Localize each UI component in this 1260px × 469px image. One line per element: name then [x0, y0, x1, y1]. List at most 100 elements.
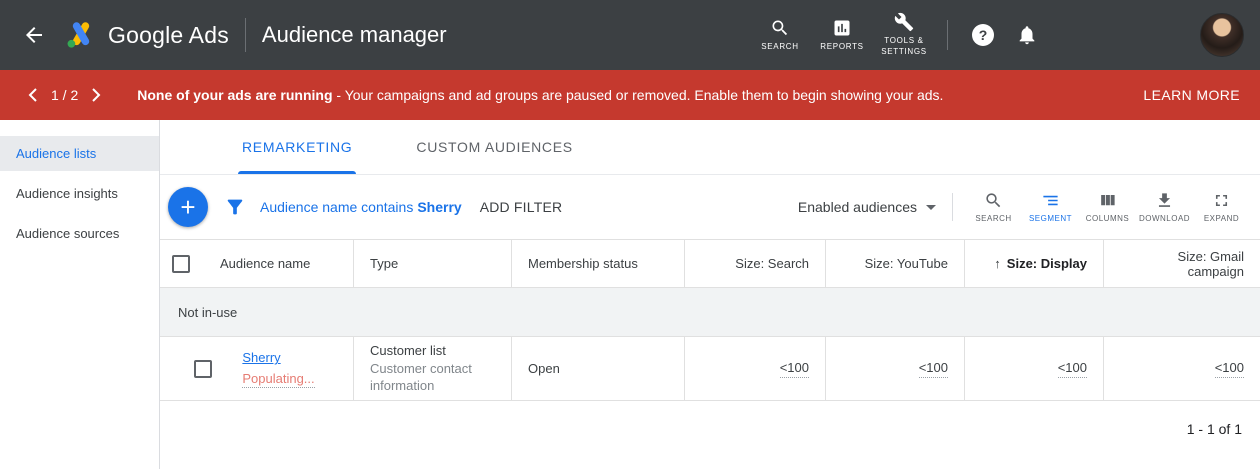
filter-button[interactable]	[224, 196, 246, 218]
section-label: Not in-use	[178, 305, 237, 320]
expand-icon	[1212, 191, 1231, 210]
segment-button[interactable]: SEGMENT	[1022, 191, 1079, 223]
tab-custom-audiences[interactable]: CUSTOM AUDIENCES	[412, 120, 576, 174]
arrow-back-icon	[22, 23, 46, 47]
add-filter-button[interactable]: ADD FILTER	[480, 199, 563, 215]
banner-pager-text: 1 / 2	[51, 87, 78, 103]
notifications-button[interactable]	[1016, 24, 1038, 46]
add-audience-button[interactable]: +	[168, 187, 208, 227]
header-audience-name[interactable]: Audience name	[160, 240, 354, 287]
populating-status: Populating...	[242, 370, 314, 388]
topbar-search-label: SEARCH	[761, 42, 799, 53]
filter-chip-text: Audience name contains	[260, 199, 413, 215]
table-footer: 1 - 1 of 1	[160, 401, 1260, 457]
toolbar-divider	[952, 193, 953, 221]
banner-message-bold: None of your ads are running	[137, 87, 332, 103]
row-checkbox[interactable]	[194, 360, 212, 378]
cell-type: Customer list Customer contact informati…	[354, 337, 512, 400]
help-button[interactable]: ?	[972, 24, 994, 46]
banner-pager: 1 / 2	[28, 87, 101, 103]
segment-icon	[1041, 191, 1060, 210]
topbar-divider	[245, 18, 246, 52]
page-title: Audience manager	[262, 22, 447, 48]
cell-size-gmail: <100	[1104, 337, 1260, 400]
brand-name: Google Ads	[108, 22, 229, 49]
learn-more-link[interactable]: LEARN MORE	[1143, 87, 1242, 103]
chevron-right-icon	[92, 88, 101, 102]
audience-view-dropdown[interactable]: Enabled audiences	[798, 199, 936, 215]
columns-button[interactable]: COLUMNS	[1079, 191, 1136, 223]
expand-button[interactable]: EXPAND	[1193, 191, 1250, 223]
topbar-actions: SEARCH REPORTS TOOLS & SETTINGS ?	[749, 12, 1244, 58]
header-size-display[interactable]: ↑ Size: Display	[965, 240, 1104, 287]
topbar-reports-button[interactable]: REPORTS	[811, 18, 873, 53]
wrench-icon	[894, 12, 914, 32]
size-display-value: <100	[1058, 359, 1087, 379]
reports-icon	[832, 18, 852, 38]
header-size-gmail[interactable]: Size: Gmail campaign	[1104, 240, 1260, 287]
audience-name-stack: Sherry Populating...	[242, 349, 314, 387]
cell-membership-status: Open	[512, 337, 685, 400]
cell-audience-name: Sherry Populating...	[160, 337, 354, 400]
plus-icon: +	[180, 194, 195, 220]
filter-chip-value: Sherry	[417, 199, 461, 215]
bell-icon	[1016, 24, 1038, 46]
section-row-not-in-use: Not in-use	[160, 288, 1260, 337]
sidebar-item-audience-sources[interactable]: Audience sources	[0, 216, 159, 251]
columns-icon	[1098, 191, 1117, 210]
topbar-reports-label: REPORTS	[820, 42, 863, 53]
select-all-checkbox[interactable]	[172, 255, 190, 273]
size-gmail-value: <100	[1215, 359, 1244, 379]
header-audience-name-label: Audience name	[220, 256, 310, 271]
columns-label: COLUMNS	[1086, 214, 1130, 223]
banner-message: None of your ads are running - Your camp…	[137, 86, 943, 104]
table-row: Sherry Populating... Customer list Custo…	[160, 337, 1260, 401]
pagination-text: 1 - 1 of 1	[1187, 421, 1242, 437]
table-search-button[interactable]: SEARCH	[965, 191, 1022, 223]
size-search-value: <100	[780, 359, 809, 379]
size-youtube-value: <100	[919, 359, 948, 379]
content: REMARKETING CUSTOM AUDIENCES + Audience …	[160, 120, 1260, 469]
audience-view-value: Enabled audiences	[798, 199, 917, 215]
search-icon	[984, 191, 1003, 210]
header-size-search[interactable]: Size: Search	[685, 240, 826, 287]
topbar: Google Ads Audience manager SEARCH REPOR…	[0, 0, 1260, 70]
active-filter-chip[interactable]: Audience name containsSherry	[260, 199, 462, 215]
google-ads-logo[interactable]: Google Ads	[64, 19, 229, 51]
table-search-label: SEARCH	[975, 214, 1011, 223]
segment-label: SEGMENT	[1029, 214, 1072, 223]
sidebar-item-audience-lists[interactable]: Audience lists	[0, 136, 159, 171]
topbar-tools-button[interactable]: TOOLS & SETTINGS	[873, 12, 935, 58]
download-button[interactable]: DOWNLOAD	[1136, 191, 1193, 223]
header-size-youtube[interactable]: Size: YouTube	[826, 240, 965, 287]
back-button[interactable]	[22, 23, 46, 47]
topbar-search-button[interactable]: SEARCH	[749, 18, 811, 53]
download-icon	[1155, 191, 1174, 210]
topbar-tools-label: TOOLS & SETTINGS	[877, 36, 931, 58]
search-icon	[770, 18, 790, 38]
help-icon: ?	[979, 27, 988, 43]
header-membership-status[interactable]: Membership status	[512, 240, 685, 287]
header-size-display-label: Size: Display	[1007, 256, 1087, 271]
cell-size-display: <100	[965, 337, 1104, 400]
avatar[interactable]	[1200, 13, 1244, 57]
type-primary: Customer list	[370, 342, 495, 360]
header-type[interactable]: Type	[354, 240, 512, 287]
banner-next-button[interactable]	[92, 88, 101, 102]
audience-name-link[interactable]: Sherry	[242, 349, 314, 367]
filter-icon	[224, 196, 246, 218]
sidebar-item-audience-insights[interactable]: Audience insights	[0, 176, 159, 211]
tab-remarketing[interactable]: REMARKETING	[238, 120, 356, 174]
tab-bar: REMARKETING CUSTOM AUDIENCES	[160, 120, 1260, 175]
table-header: Audience name Type Membership status Siz…	[160, 240, 1260, 288]
main-area: Audience lists Audience insights Audienc…	[0, 120, 1260, 469]
cell-size-search: <100	[685, 337, 826, 400]
download-label: DOWNLOAD	[1139, 214, 1190, 223]
chevron-left-icon	[28, 88, 37, 102]
expand-label: EXPAND	[1204, 214, 1239, 223]
topbar-divider-2	[947, 20, 948, 50]
alert-banner: 1 / 2 None of your ads are running - You…	[0, 70, 1260, 120]
banner-prev-button[interactable]	[28, 88, 37, 102]
sort-ascending-icon: ↑	[994, 256, 1001, 271]
google-ads-logo-icon	[64, 19, 98, 51]
